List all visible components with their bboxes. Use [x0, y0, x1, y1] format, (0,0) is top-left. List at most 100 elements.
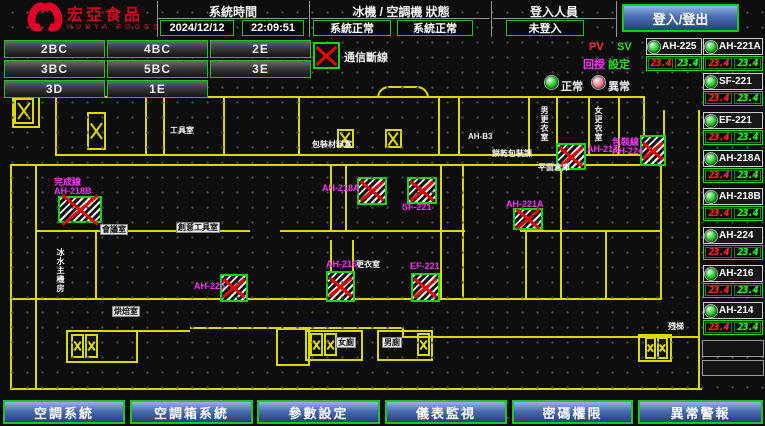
sv-value: 23.4	[734, 247, 761, 258]
time-display: 22:09:51	[242, 20, 304, 36]
pv-label: PV	[589, 41, 604, 53]
comm-lost-icon[interactable]	[640, 135, 666, 166]
floor-button-3bc[interactable]: 3BC	[4, 60, 105, 78]
status-led-icon	[705, 153, 717, 165]
pv-value: 23.4	[705, 58, 732, 69]
map-room-label: 平面倉庫	[538, 163, 570, 172]
nav-button-alarm[interactable]: 異常警報	[638, 400, 763, 424]
equipment-item[interactable]: AH-218A 23.423.4	[703, 150, 763, 183]
comm-lost-icon[interactable]	[357, 177, 387, 205]
map-unit-label: EF-221	[410, 262, 440, 271]
status-led-icon	[648, 41, 660, 53]
map-room-label: 餅乾包裝課	[492, 149, 532, 158]
entrance-arch	[377, 86, 429, 98]
map-room-label: 會議室	[100, 224, 128, 235]
stairs-icon	[645, 337, 656, 359]
empty-equipment-slot	[702, 360, 764, 376]
sv-value: 23.4	[734, 208, 761, 219]
status-led-icon	[705, 191, 717, 203]
status-led-icon	[705, 115, 717, 127]
stairs-icon	[71, 334, 84, 358]
status-led-icon	[705, 268, 717, 280]
pv-value: 23.4	[705, 170, 732, 181]
pv-name-label: 回授	[583, 56, 605, 72]
empty-equipment-slot	[702, 340, 764, 357]
map-unit-label: AH-224	[612, 147, 643, 156]
map-room-label: 更衣室	[356, 260, 380, 269]
nav-button-ahu-system[interactable]: 空調箱系統	[130, 400, 253, 424]
sv-value: 23.4	[675, 58, 700, 69]
date-display: 2024/12/12	[160, 20, 234, 36]
floor-button-3e[interactable]: 3E	[210, 60, 311, 78]
comm-lost-legend-label: 通信斷線	[344, 49, 388, 65]
comm-lost-icon[interactable]	[407, 177, 437, 204]
nav-button-password-auth[interactable]: 密碼權限	[512, 400, 633, 424]
stairs-icon	[385, 129, 402, 148]
map-unit-label: AH-218A	[322, 184, 360, 193]
login-user-value: 未登入	[506, 20, 584, 36]
map-unit-label: AH-225	[194, 282, 225, 291]
floor-button-4bc[interactable]: 4BC	[107, 40, 208, 58]
comm-lost-icon[interactable]	[513, 208, 543, 230]
equipment-name: AH-221A	[719, 41, 761, 52]
pv-value: 23.4	[705, 93, 732, 104]
abnormal-label: 異常	[608, 78, 630, 94]
abnormal-led-icon	[592, 76, 605, 89]
map-unit-label: SF-221	[402, 203, 432, 212]
normal-label: 正常	[561, 78, 583, 94]
equipment-item[interactable]: SF-221 23.423.4	[703, 73, 763, 106]
floor-button-5bc[interactable]: 5BC	[107, 60, 208, 78]
stairs-icon	[14, 98, 34, 124]
nav-button-parameters[interactable]: 參數設定	[257, 400, 380, 424]
comm-lost-legend-icon	[313, 42, 340, 69]
status-led-icon	[705, 76, 717, 88]
login-logout-button[interactable]: 登入/登出	[622, 4, 739, 32]
map-room-label: AH-B3	[468, 132, 492, 141]
nav-button-hvac-system[interactable]: 空調系統	[3, 400, 125, 424]
sv-value: 23.4	[734, 93, 761, 104]
equipment-item[interactable]: AH-218B 23.423.4	[703, 188, 763, 221]
floor-button-2e[interactable]: 2E	[210, 40, 311, 58]
equipment-item[interactable]: AH-216 23.423.4	[703, 265, 763, 298]
equipment-name: EF-221	[719, 115, 752, 126]
comm-lost-icon[interactable]	[326, 271, 355, 302]
stairs-icon	[417, 333, 430, 356]
pv-value: 23.4	[705, 285, 732, 296]
equipment-name: AH-218B	[719, 191, 761, 202]
pv-value: 23.4	[648, 58, 673, 69]
chiller-status: 系統正常	[313, 20, 391, 36]
sv-label: SV	[617, 41, 632, 53]
floor-button-1e[interactable]: 1E	[107, 80, 208, 98]
map-unit-label: AH-221A	[506, 200, 544, 209]
floor-button-3d[interactable]: 3D	[4, 80, 105, 98]
brand-subtitle: HUNYA FOODS	[67, 24, 162, 31]
equipment-name: AH-216	[719, 268, 753, 279]
equipment-item[interactable]: EF-221 23.423.4	[703, 112, 763, 145]
comm-lost-icon[interactable]	[411, 273, 440, 302]
brand-logo: 宏亞食品 HUNYA FOODS	[28, 2, 162, 36]
stairs-icon	[310, 333, 323, 356]
pv-value: 23.4	[705, 322, 732, 333]
equipment-item[interactable]: AH-221A 23.423.4	[703, 38, 763, 71]
map-room-label: 包裝材料室	[312, 140, 352, 149]
sv-name-label: 設定	[608, 56, 630, 72]
normal-led-icon	[545, 76, 558, 89]
equipment-item[interactable]: AH-225 23.423.4	[646, 38, 702, 71]
comm-lost-icon[interactable]	[58, 196, 102, 223]
equipment-name: AH-224	[719, 230, 753, 241]
map-room-label: 冰水主機房	[56, 248, 65, 293]
sv-value: 23.4	[734, 285, 761, 296]
logo-mark-icon	[28, 2, 62, 37]
equipment-item[interactable]: AH-214 23.423.4	[703, 302, 763, 335]
stairs-icon	[87, 112, 106, 150]
ahu-status: 系統正常	[397, 20, 473, 36]
map-room-label: 烘焙室	[112, 306, 140, 317]
map-room-label: 男更衣室	[540, 106, 549, 142]
nav-button-meter-monitor[interactable]: 儀表監視	[385, 400, 507, 424]
equipment-item[interactable]: AH-224 23.423.4	[703, 227, 763, 260]
map-room-label: 男廁	[382, 337, 402, 348]
floor-button-2bc[interactable]: 2BC	[4, 40, 105, 58]
map-unit-label: AH-218B	[54, 187, 92, 196]
status-led-icon	[705, 41, 717, 53]
status-led-icon	[705, 305, 717, 317]
